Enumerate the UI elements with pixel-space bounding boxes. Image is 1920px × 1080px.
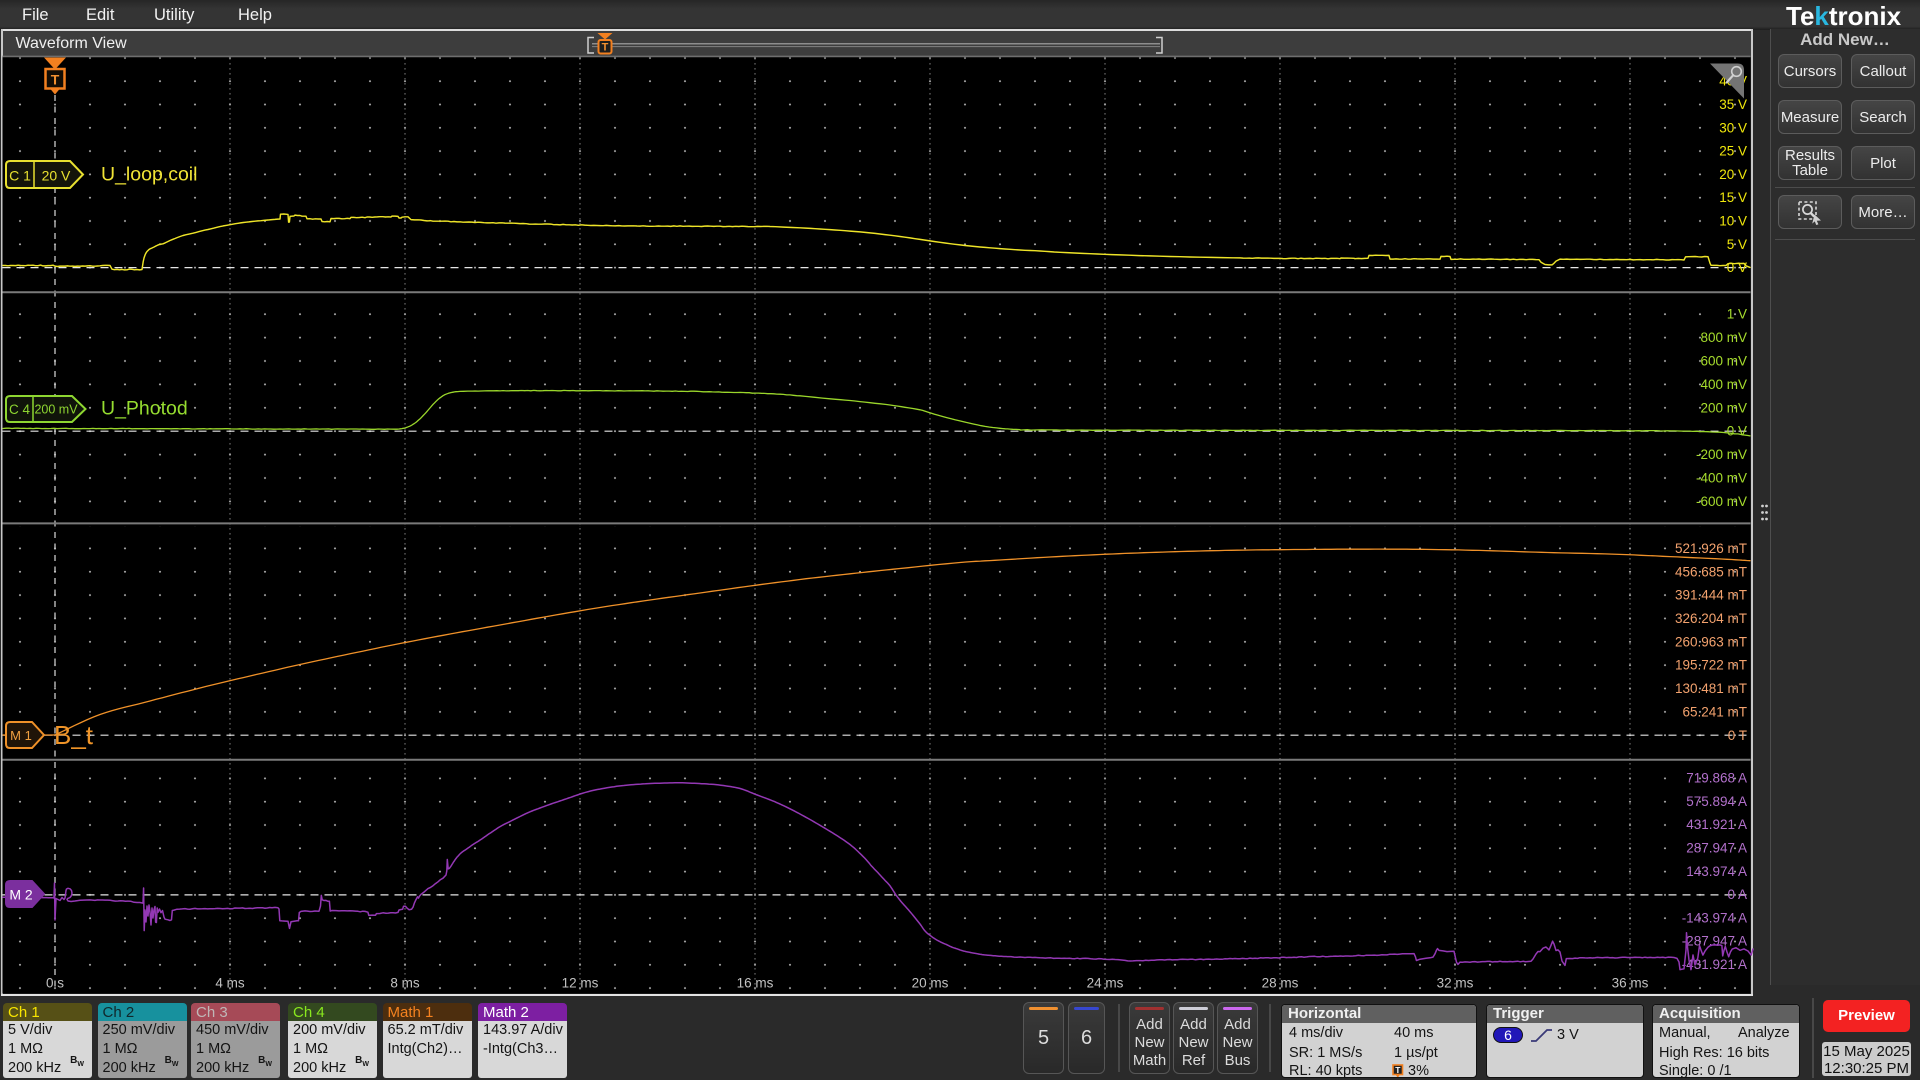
svg-text:0 V: 0 V [1727,424,1747,439]
svg-text:B_t: B_t [54,720,94,750]
svg-text:12 ms: 12 ms [562,976,599,991]
svg-text:287.947 A: 287.947 A [1686,841,1747,856]
svg-text:0 V: 0 V [1727,260,1747,275]
svg-text:4 ms: 4 ms [215,976,245,991]
svg-text:T: T [1395,1065,1401,1075]
svg-text:143.974 A: 143.974 A [1686,864,1747,879]
svg-text:20 ms: 20 ms [912,976,949,991]
svg-text:0 s: 0 s [46,976,64,991]
svg-text:260.963 mT: 260.963 mT [1675,634,1747,649]
svg-text:U_Photod: U_Photod [101,398,188,420]
svg-text:16 ms: 16 ms [737,976,774,991]
svg-text:400 mV: 400 mV [1700,377,1747,392]
svg-text:M 2: M 2 [9,887,33,903]
svg-text:-400 mV: -400 mV [1696,471,1747,486]
svg-text:15 V: 15 V [1719,190,1747,205]
svg-text:32 ms: 32 ms [1437,976,1474,991]
svg-text:-431.921 A: -431.921 A [1682,957,1747,972]
svg-text:25 V: 25 V [1719,144,1747,159]
svg-text:800 mV: 800 mV [1700,330,1747,345]
svg-text:35 V: 35 V [1719,97,1747,112]
svg-text:391.444 mT: 391.444 mT [1675,588,1747,603]
svg-text:431.921 A: 431.921 A [1686,817,1747,832]
svg-text:5 V: 5 V [1727,237,1747,252]
svg-text:0 A: 0 A [1727,887,1747,902]
svg-text:1 V: 1 V [1727,307,1747,322]
svg-text:600 mV: 600 mV [1700,354,1747,369]
svg-text:20 V: 20 V [1719,167,1747,182]
svg-text:T: T [51,72,60,88]
svg-text:C 1: C 1 [9,168,31,184]
svg-text:65.241 mT: 65.241 mT [1682,705,1747,720]
svg-text:200 mV: 200 mV [1700,400,1747,415]
svg-text:C 4: C 4 [9,402,31,417]
svg-text:36 ms: 36 ms [1612,976,1649,991]
svg-text:719.868 A: 719.868 A [1686,771,1747,786]
svg-text:24 ms: 24 ms [1087,976,1124,991]
svg-text:40 V: 40 V [1719,74,1747,89]
svg-text:20 V: 20 V [42,168,71,184]
svg-text:-200 mV: -200 mV [1696,447,1747,462]
svg-text:28 ms: 28 ms [1262,976,1299,991]
svg-text:U_loop,coil: U_loop,coil [101,164,197,186]
svg-text:M 1: M 1 [10,728,32,743]
svg-text:8 ms: 8 ms [390,976,420,991]
svg-text:10 V: 10 V [1719,214,1747,229]
svg-text:130.481 mT: 130.481 mT [1675,681,1747,696]
svg-text:-600 mV: -600 mV [1696,494,1747,509]
svg-text:30 V: 30 V [1719,120,1747,135]
svg-text:326.204 mT: 326.204 mT [1675,611,1747,626]
svg-text:-287.947 A: -287.947 A [1682,934,1747,949]
svg-text:195.722 mT: 195.722 mT [1675,658,1747,673]
svg-text:-143.974 A: -143.974 A [1682,910,1747,925]
svg-text:575.894 A: 575.894 A [1686,794,1747,809]
svg-text:0 T: 0 T [1728,728,1747,743]
svg-text:521.926 mT: 521.926 mT [1675,541,1747,556]
svg-text:200 mV: 200 mV [34,403,78,417]
svg-text:456.685 mT: 456.685 mT [1675,564,1747,579]
